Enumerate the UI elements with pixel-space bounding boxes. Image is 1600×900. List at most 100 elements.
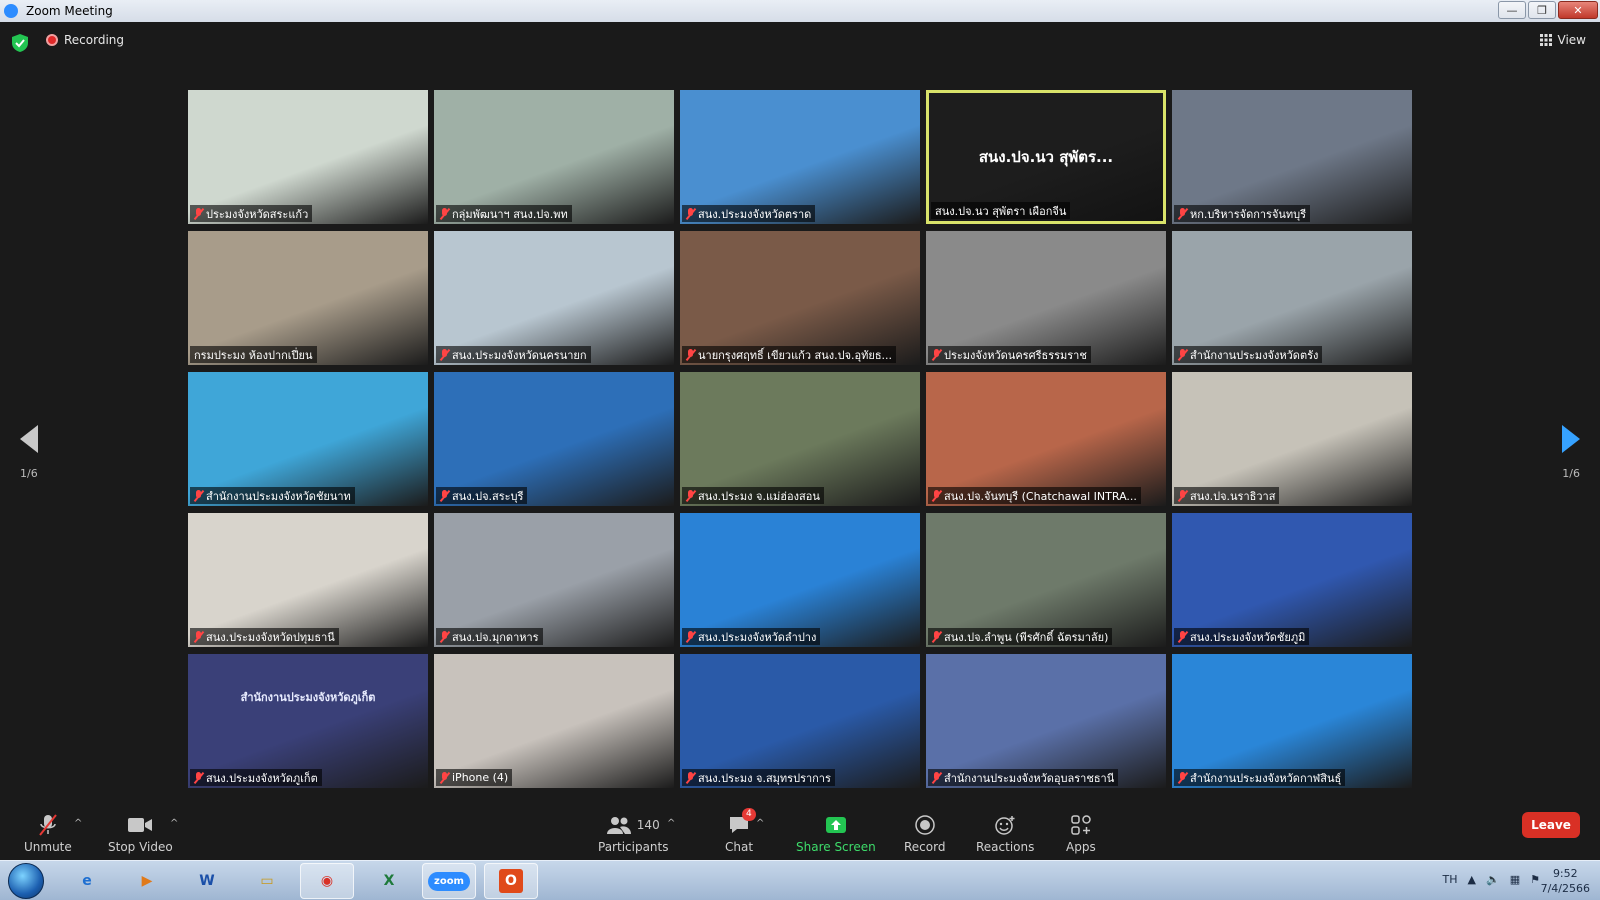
- meeting-info-bar: Recording View: [0, 22, 1600, 62]
- grid-view-icon: [1539, 34, 1552, 46]
- zoom-icon[interactable]: zoom: [422, 863, 476, 899]
- participant-video-feed: [434, 513, 674, 647]
- maximize-button[interactable]: ❐: [1528, 1, 1556, 19]
- participant-video-tile[interactable]: หก.บริหารจัดการจันทบุรี: [1172, 90, 1412, 224]
- participant-name-label: นายกรุงศฤทธิ์ เขียวแก้ว สนง.ปจ.อุทัยธ...: [682, 346, 897, 363]
- participant-video-tile[interactable]: ประมงจังหวัดนครศรีธรรมราช: [926, 231, 1166, 365]
- leave-button[interactable]: Leave: [1522, 812, 1580, 838]
- participant-video-tile[interactable]: สำนักงานประมงจังหวัดอุบลราชธานี: [926, 654, 1166, 788]
- chat-caret-icon[interactable]: ^: [756, 818, 764, 829]
- file-explorer-glyph: ▭: [260, 873, 274, 889]
- participant-name: สนง.ประมง จ.แม่ฮ่องสอน: [698, 489, 820, 503]
- minimize-button[interactable]: —: [1498, 1, 1526, 19]
- windows-taskbar: e ▶ W ▭ ◉ Xzoom O TH ▲ 🔈 ▦ ⚑ 9:52 7/4/2566: [0, 860, 1600, 900]
- previous-page-arrow-icon[interactable]: [20, 425, 38, 453]
- language-indicator[interactable]: TH: [1443, 873, 1458, 886]
- participant-video-tile[interactable]: สนง.ประมง จ.แม่ฮ่องสอน: [680, 372, 920, 506]
- participant-video-tile[interactable]: สนง.ปจ.สระบุรี: [434, 372, 674, 506]
- stop-video-button[interactable]: Stop Video: [108, 814, 173, 854]
- audio-options-caret-icon[interactable]: ^: [74, 818, 82, 829]
- participant-video-tile[interactable]: สนง.ประมง จ.สมุทรปราการ: [680, 654, 920, 788]
- close-button[interactable]: ✕: [1558, 1, 1598, 19]
- participant-video-tile[interactable]: นายกรุงศฤทธิ์ เขียวแก้ว สนง.ปจ.อุทัยธ...: [680, 231, 920, 365]
- view-button[interactable]: View: [1539, 33, 1586, 47]
- media-player-icon[interactable]: ▶: [120, 863, 174, 899]
- participant-video-feed: [680, 654, 920, 788]
- participant-video-tile[interactable]: สนง.ปจ.มุกดาหาร: [434, 513, 674, 647]
- recording-indicator[interactable]: Recording: [46, 33, 124, 47]
- taskbar-clock[interactable]: 9:52 7/4/2566: [1541, 866, 1590, 896]
- word-icon[interactable]: W: [180, 863, 234, 899]
- participant-video-tile[interactable]: สนง.ประมงจังหวัดลำปาง: [680, 513, 920, 647]
- participant-video-tile[interactable]: ประมงจังหวัดสระแก้ว: [188, 90, 428, 224]
- record-button[interactable]: Record: [904, 814, 945, 854]
- volume-icon[interactable]: 🔈: [1486, 873, 1500, 886]
- participant-name: สนง.ปจ.มุกดาหาร: [452, 630, 539, 644]
- participant-video-feed: [434, 90, 674, 224]
- muted-microphone-icon: [440, 348, 449, 361]
- participant-video-feed: [926, 654, 1166, 788]
- participant-video-tile[interactable]: สนง.ประมงจังหวัดปทุมธานี: [188, 513, 428, 647]
- apps-button[interactable]: Apps: [1066, 814, 1096, 854]
- excel-icon[interactable]: X: [362, 863, 416, 899]
- security-shield-icon[interactable]: [12, 34, 28, 52]
- participant-name-label: สนง.ปจ.นว สุพัตรา เผือกจีน: [931, 202, 1071, 219]
- unmute-label: Unmute: [24, 840, 72, 854]
- page-indicator-left: 1/6: [20, 467, 38, 480]
- muted-microphone-icon: [194, 771, 203, 784]
- participant-name: สำนักงานประมงจังหวัดอุบลราชธานี: [944, 771, 1115, 785]
- participant-video-tile[interactable]: สนง.ประมงจังหวัดนครนายก: [434, 231, 674, 365]
- unmute-button[interactable]: Unmute: [24, 814, 72, 854]
- muted-microphone-icon: [686, 348, 695, 361]
- participant-name: สนง.ประมงจังหวัดตราด: [698, 207, 812, 221]
- file-explorer-icon[interactable]: ▭: [240, 863, 294, 899]
- participants-caret-icon[interactable]: ^: [667, 818, 675, 829]
- participant-name: สำนักงานประมงจังหวัดกาฬสินธุ์: [1190, 771, 1342, 785]
- next-page-arrow-icon[interactable]: [1562, 425, 1580, 453]
- office-icon[interactable]: O: [484, 863, 538, 899]
- participant-video-tile[interactable]: iPhone (4): [434, 654, 674, 788]
- reactions-label: Reactions: [976, 840, 1035, 854]
- participant-video-tile[interactable]: กรมประมง ห้องปากเปี่ยน: [188, 231, 428, 365]
- participant-video-tile[interactable]: สนง.ประมงจังหวัดชัยภูมิ: [1172, 513, 1412, 647]
- video-camera-icon: [127, 814, 153, 836]
- participant-video-tile[interactable]: สำนักงานประมงจังหวัดภูเก็ต สนง.ประมงจังหว…: [188, 654, 428, 788]
- participant-video-tile[interactable]: สำนักงานประมงจังหวัดชัยนาท: [188, 372, 428, 506]
- chrome-icon[interactable]: ◉: [300, 863, 354, 899]
- participant-video-feed: [680, 90, 920, 224]
- participant-video-tile[interactable]: สำนักงานประมงจังหวัดตรัง: [1172, 231, 1412, 365]
- participants-button[interactable]: 140 Participants: [598, 814, 669, 854]
- participant-name: สนง.ประมงจังหวัดนครนายก: [452, 348, 587, 362]
- participant-name: นายกรุงศฤทธิ์ เขียวแก้ว สนง.ปจ.อุทัยธ...: [698, 348, 893, 362]
- participant-name: สำนักงานประมงจังหวัดชัยนาท: [206, 489, 351, 503]
- participant-video-tile[interactable]: สนง.ปจ.จันทบุรี (Chatchawal INTRA...: [926, 372, 1166, 506]
- internet-explorer-icon[interactable]: e: [60, 863, 114, 899]
- participant-video-feed: [680, 513, 920, 647]
- participants-count: 140: [636, 818, 660, 832]
- reactions-button[interactable]: Reactions: [976, 814, 1034, 854]
- network-icon[interactable]: ▦: [1510, 873, 1520, 886]
- participant-video-tile[interactable]: สนง.ปจ.นว สุพัตร... สนง.ปจ.นว สุพัตรา เผื…: [926, 90, 1166, 224]
- muted-microphone-icon: [932, 348, 941, 361]
- participant-name-label: สนง.ประมงจังหวัดภูเก็ต: [190, 769, 322, 786]
- windows-start-button[interactable]: [8, 863, 44, 899]
- participant-name-label: หก.บริหารจัดการจันทบุรี: [1174, 205, 1311, 222]
- participant-video-feed: [926, 513, 1166, 647]
- muted-microphone-icon: [1178, 207, 1187, 220]
- muted-microphone-icon: [932, 630, 941, 643]
- participant-video-feed: [1172, 231, 1412, 365]
- tray-expand-icon[interactable]: ▲: [1468, 873, 1476, 886]
- participant-video-tile[interactable]: สนง.ประมงจังหวัดตราด: [680, 90, 920, 224]
- participant-name-label: กรมประมง ห้องปากเปี่ยน: [190, 346, 317, 363]
- chat-button[interactable]: 4 Chat: [725, 808, 756, 854]
- video-options-caret-icon[interactable]: ^: [170, 818, 178, 829]
- zoom-app-icon: [4, 4, 18, 18]
- window-titlebar: Zoom Meeting — ❐ ✕: [0, 0, 1600, 22]
- participant-video-tile[interactable]: สนง.ปจ.ลำพูน (พีรศักดิ์ ฉัตรมาลัย): [926, 513, 1166, 647]
- participant-name-label: สนง.ประมงจังหวัดลำปาง: [682, 628, 821, 645]
- action-center-flag-icon[interactable]: ⚑: [1530, 873, 1540, 886]
- share-screen-button[interactable]: Share Screen: [796, 814, 876, 854]
- participant-video-tile[interactable]: กลุ่มพัฒนาฯ สนง.ปจ.พท: [434, 90, 674, 224]
- participant-video-tile[interactable]: สนง.ปจ.นราธิวาส: [1172, 372, 1412, 506]
- participant-video-tile[interactable]: สำนักงานประมงจังหวัดกาฬสินธุ์: [1172, 654, 1412, 788]
